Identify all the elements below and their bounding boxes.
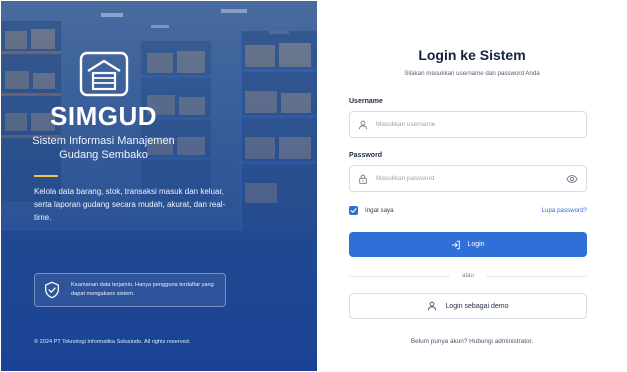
login-button-label: Login xyxy=(467,241,485,248)
login-page: SIMGUD Sistem Informasi Manajemen Gudang… xyxy=(0,0,627,372)
user-icon xyxy=(428,301,437,311)
hero-description: Kelola data barang, stok, transaksi masu… xyxy=(34,187,226,222)
or-divider: atau xyxy=(349,271,587,281)
remember-me-label: Ingat saya xyxy=(365,207,394,214)
demo-login-button-label: Login sebagai demo xyxy=(445,302,509,310)
forgot-password-link[interactable]: Lupa password? xyxy=(542,207,587,214)
copyright-text: © 2024 PT Teknologi Informatika Solusind… xyxy=(34,339,191,345)
security-notice-text: Keamanan data terjamin. Hanya pengguna t… xyxy=(71,282,214,297)
divider-line-left xyxy=(349,275,451,277)
password-input[interactable] xyxy=(376,175,566,182)
login-form-panel: Login ke Sistem Silakan masukkan usernam… xyxy=(317,0,627,372)
brand-subtitle-line1: Sistem Informasi Manajemen xyxy=(32,135,175,147)
hero-panel: SIMGUD Sistem Informasi Manajemen Gudang… xyxy=(1,1,317,371)
accent-divider xyxy=(34,175,58,177)
demo-login-button[interactable]: Login sebagai demo xyxy=(349,293,587,319)
warehouse-logo-icon xyxy=(79,51,129,97)
remember-me-checkbox[interactable] xyxy=(349,206,358,215)
hero-content: SIMGUD Sistem Informasi Manajemen Gudang… xyxy=(1,1,317,371)
divider-line-right xyxy=(485,275,587,277)
form-title: Login ke Sistem xyxy=(418,47,526,63)
password-field[interactable] xyxy=(349,165,587,192)
login-button[interactable]: Login xyxy=(349,232,587,257)
username-field[interactable] xyxy=(349,111,587,138)
password-label: Password xyxy=(349,152,383,159)
brand-name: SIMGUD xyxy=(50,101,157,131)
login-arrow-icon xyxy=(452,240,461,249)
brand-subtitle: Sistem Informasi Manajemen Gudang Sembak… xyxy=(1,134,206,162)
divider-text: atau xyxy=(462,273,474,279)
lock-icon xyxy=(359,174,367,184)
show-password-eye-icon[interactable] xyxy=(566,174,578,184)
form-subtitle: Silakan masukkan username dan password A… xyxy=(404,70,540,77)
brand-subtitle-line2: Gudang Sembako xyxy=(59,149,148,161)
username-label: Username xyxy=(349,98,383,105)
check-icon xyxy=(350,208,357,213)
user-icon xyxy=(358,120,368,129)
username-input[interactable] xyxy=(376,121,578,128)
remember-me[interactable]: Ingat saya xyxy=(349,206,394,215)
security-notice: Keamanan data terjamin. Hanya pengguna t… xyxy=(34,273,226,307)
shield-check-icon xyxy=(45,281,59,299)
register-note: Belum punya akun? Hubungi administrator. xyxy=(410,338,534,345)
